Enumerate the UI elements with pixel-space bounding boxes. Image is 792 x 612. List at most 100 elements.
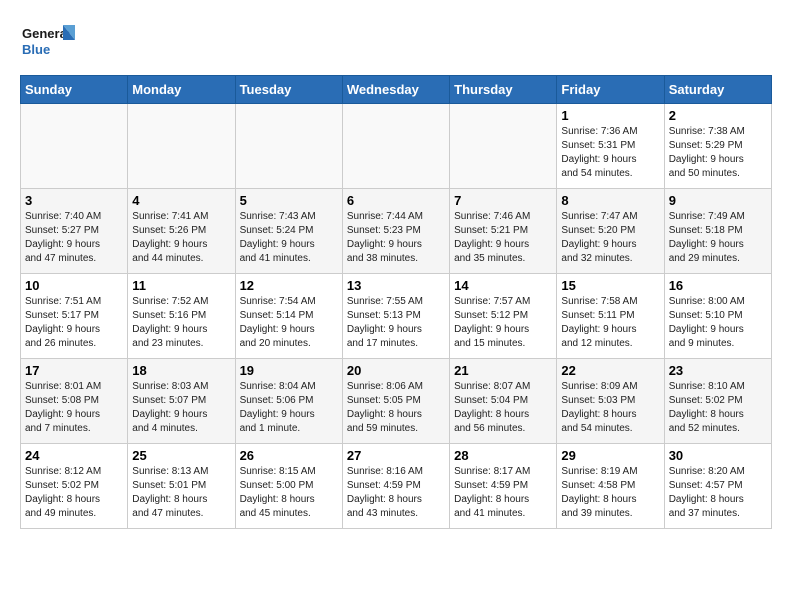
logo: General Blue <box>20 20 75 65</box>
day-cell: 28Sunrise: 8:17 AM Sunset: 4:59 PM Dayli… <box>450 444 557 529</box>
day-number: 8 <box>561 193 659 208</box>
day-info: Sunrise: 7:44 AM Sunset: 5:23 PM Dayligh… <box>347 210 445 266</box>
day-info: Sunrise: 8:12 AM Sunset: 5:02 PM Dayligh… <box>25 465 123 521</box>
day-cell: 1 Sunrise: 7:36 AM Sunset: 5:31 PM Daylig… <box>557 104 664 189</box>
day-info: Sunrise: 8:15 AM Sunset: 5:00 PM Dayligh… <box>240 465 338 521</box>
day-number: 14 <box>454 278 552 293</box>
day-header-friday: Friday <box>557 76 664 104</box>
day-number: 2 <box>669 108 767 123</box>
day-info: Sunrise: 8:20 AM Sunset: 4:57 PM Dayligh… <box>669 465 767 521</box>
day-header-wednesday: Wednesday <box>342 76 449 104</box>
day-info: Sunrise: 7:57 AM Sunset: 5:12 PM Dayligh… <box>454 295 552 351</box>
day-cell <box>342 104 449 189</box>
day-cell: 14 Sunrise: 7:57 AM Sunset: 5:12 PM Dayli… <box>450 274 557 359</box>
day-number: 13 <box>347 278 445 293</box>
day-info: Sunrise: 8:04 AM Sunset: 5:06 PM Dayligh… <box>240 380 338 436</box>
day-info: Sunrise: 7:58 AM Sunset: 5:11 PM Dayligh… <box>561 295 659 351</box>
svg-text:Blue: Blue <box>22 42 50 57</box>
day-info: Sunrise: 7:38 AM Sunset: 5:29 PM Dayligh… <box>669 125 767 181</box>
week-row-5: 24 Sunrise: 8:12 AM Sunset: 5:02 PM Dayli… <box>21 444 772 529</box>
day-number: 23 <box>669 363 767 378</box>
calendar-header-row: SundayMondayTuesdayWednesdayThursdayFrid… <box>21 76 772 104</box>
day-header-thursday: Thursday <box>450 76 557 104</box>
day-cell: 9 Sunrise: 7:49 AM Sunset: 5:18 PM Daylig… <box>664 189 771 274</box>
day-cell: 11 Sunrise: 7:52 AM Sunset: 5:16 PM Dayli… <box>128 274 235 359</box>
day-number: 4 <box>132 193 230 208</box>
day-number: 17 <box>25 363 123 378</box>
day-cell <box>21 104 128 189</box>
day-info: Sunrise: 8:09 AM Sunset: 5:03 PM Dayligh… <box>561 380 659 436</box>
day-cell: 23 Sunrise: 8:10 AM Sunset: 5:02 PM Dayli… <box>664 359 771 444</box>
day-cell: 27 Sunrise: 8:16 AM Sunset: 4:59 PM Dayli… <box>342 444 449 529</box>
day-info: Sunrise: 8:16 AM Sunset: 4:59 PM Dayligh… <box>347 465 445 521</box>
day-cell: 13 Sunrise: 7:55 AM Sunset: 5:13 PM Dayli… <box>342 274 449 359</box>
day-cell: 24 Sunrise: 8:12 AM Sunset: 5:02 PM Dayli… <box>21 444 128 529</box>
day-info: Sunrise: 8:19 AM Sunset: 4:58 PM Dayligh… <box>561 465 659 521</box>
day-info: Sunrise: 8:00 AM Sunset: 5:10 PM Dayligh… <box>669 295 767 351</box>
day-header-saturday: Saturday <box>664 76 771 104</box>
day-number: 5 <box>240 193 338 208</box>
week-row-2: 3Sunrise: 7:40 AM Sunset: 5:27 PM Daylig… <box>21 189 772 274</box>
week-row-4: 17 Sunrise: 8:01 AM Sunset: 5:08 PM Dayli… <box>21 359 772 444</box>
day-number: 20 <box>347 363 445 378</box>
day-number: 24 <box>25 448 123 463</box>
day-info: Sunrise: 7:55 AM Sunset: 5:13 PM Dayligh… <box>347 295 445 351</box>
day-cell: 29 Sunrise: 8:19 AM Sunset: 4:58 PM Dayli… <box>557 444 664 529</box>
day-info: Sunrise: 7:52 AM Sunset: 5:16 PM Dayligh… <box>132 295 230 351</box>
day-number: 22 <box>561 363 659 378</box>
day-info: Sunrise: 7:43 AM Sunset: 5:24 PM Dayligh… <box>240 210 338 266</box>
week-row-1: 1 Sunrise: 7:36 AM Sunset: 5:31 PM Daylig… <box>21 104 772 189</box>
day-number: 7 <box>454 193 552 208</box>
day-cell: 20Sunrise: 8:06 AM Sunset: 5:05 PM Dayli… <box>342 359 449 444</box>
day-number: 27 <box>347 448 445 463</box>
day-number: 6 <box>347 193 445 208</box>
day-info: Sunrise: 8:03 AM Sunset: 5:07 PM Dayligh… <box>132 380 230 436</box>
day-cell: 15 Sunrise: 7:58 AM Sunset: 5:11 PM Dayli… <box>557 274 664 359</box>
logo-svg: General Blue <box>20 20 75 65</box>
day-cell: 18 Sunrise: 8:03 AM Sunset: 5:07 PM Dayli… <box>128 359 235 444</box>
day-header-tuesday: Tuesday <box>235 76 342 104</box>
day-info: Sunrise: 7:46 AM Sunset: 5:21 PM Dayligh… <box>454 210 552 266</box>
day-info: Sunrise: 8:10 AM Sunset: 5:02 PM Dayligh… <box>669 380 767 436</box>
day-info: Sunrise: 8:13 AM Sunset: 5:01 PM Dayligh… <box>132 465 230 521</box>
day-info: Sunrise: 7:47 AM Sunset: 5:20 PM Dayligh… <box>561 210 659 266</box>
day-cell <box>128 104 235 189</box>
day-info: Sunrise: 7:41 AM Sunset: 5:26 PM Dayligh… <box>132 210 230 266</box>
day-number: 18 <box>132 363 230 378</box>
day-info: Sunrise: 7:51 AM Sunset: 5:17 PM Dayligh… <box>25 295 123 351</box>
day-cell: 21 Sunrise: 8:07 AM Sunset: 5:04 PM Dayli… <box>450 359 557 444</box>
day-info: Sunrise: 8:17 AM Sunset: 4:59 PM Dayligh… <box>454 465 552 521</box>
day-header-sunday: Sunday <box>21 76 128 104</box>
day-info: Sunrise: 7:49 AM Sunset: 5:18 PM Dayligh… <box>669 210 767 266</box>
day-number: 9 <box>669 193 767 208</box>
day-cell <box>235 104 342 189</box>
day-info: Sunrise: 7:36 AM Sunset: 5:31 PM Dayligh… <box>561 125 659 181</box>
day-info: Sunrise: 7:40 AM Sunset: 5:27 PM Dayligh… <box>25 210 123 266</box>
day-cell: 5 Sunrise: 7:43 AM Sunset: 5:24 PM Daylig… <box>235 189 342 274</box>
day-number: 11 <box>132 278 230 293</box>
day-number: 25 <box>132 448 230 463</box>
day-info: Sunrise: 7:54 AM Sunset: 5:14 PM Dayligh… <box>240 295 338 351</box>
day-cell: 7 Sunrise: 7:46 AM Sunset: 5:21 PM Daylig… <box>450 189 557 274</box>
day-cell: 19 Sunrise: 8:04 AM Sunset: 5:06 PM Dayli… <box>235 359 342 444</box>
day-number: 29 <box>561 448 659 463</box>
calendar-table: SundayMondayTuesdayWednesdayThursdayFrid… <box>20 75 772 529</box>
day-cell: 8 Sunrise: 7:47 AM Sunset: 5:20 PM Daylig… <box>557 189 664 274</box>
day-header-monday: Monday <box>128 76 235 104</box>
day-cell: 4 Sunrise: 7:41 AM Sunset: 5:26 PM Daylig… <box>128 189 235 274</box>
day-number: 30 <box>669 448 767 463</box>
header: General Blue <box>20 20 772 65</box>
day-info: Sunrise: 8:01 AM Sunset: 5:08 PM Dayligh… <box>25 380 123 436</box>
day-number: 19 <box>240 363 338 378</box>
day-number: 21 <box>454 363 552 378</box>
day-cell: 26 Sunrise: 8:15 AM Sunset: 5:00 PM Dayli… <box>235 444 342 529</box>
day-number: 26 <box>240 448 338 463</box>
day-number: 15 <box>561 278 659 293</box>
day-cell <box>450 104 557 189</box>
day-cell: 3Sunrise: 7:40 AM Sunset: 5:27 PM Daylig… <box>21 189 128 274</box>
day-info: Sunrise: 8:07 AM Sunset: 5:04 PM Dayligh… <box>454 380 552 436</box>
day-number: 16 <box>669 278 767 293</box>
day-cell: 17 Sunrise: 8:01 AM Sunset: 5:08 PM Dayli… <box>21 359 128 444</box>
week-row-3: 10Sunrise: 7:51 AM Sunset: 5:17 PM Dayli… <box>21 274 772 359</box>
day-number: 1 <box>561 108 659 123</box>
